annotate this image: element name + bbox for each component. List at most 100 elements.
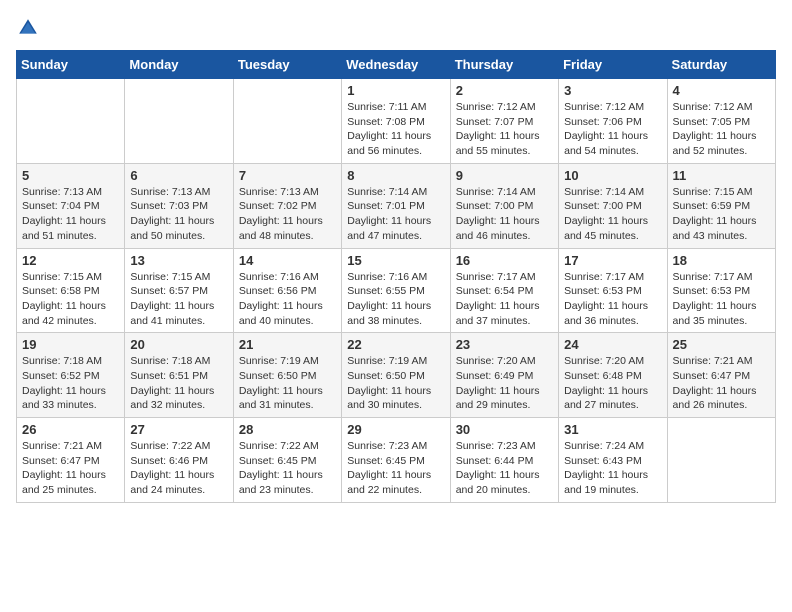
calendar-cell: 5 Sunrise: 7:13 AMSunset: 7:04 PMDaylight… bbox=[17, 163, 125, 248]
calendar-cell: 1 Sunrise: 7:11 AMSunset: 7:08 PMDaylight… bbox=[342, 79, 450, 164]
calendar-cell: 13 Sunrise: 7:15 AMSunset: 6:57 PMDayligh… bbox=[125, 248, 233, 333]
day-number: 21 bbox=[239, 337, 336, 352]
calendar-cell: 23Sunrise: 7:20 AMSunset: 6:49 PMDayligh… bbox=[450, 333, 558, 418]
calendar-cell: 11Sunrise: 7:15 AMSunset: 6:59 PMDayligh… bbox=[667, 163, 775, 248]
day-number: 7 bbox=[239, 168, 336, 183]
day-info: Sunrise: 7:12 AMSunset: 7:05 PMDaylight:… bbox=[673, 100, 770, 159]
calendar-week-row: 1 Sunrise: 7:11 AMSunset: 7:08 PMDaylight… bbox=[17, 79, 776, 164]
day-info: Sunrise: 7:17 AMSunset: 6:53 PMDaylight:… bbox=[673, 270, 770, 329]
calendar-cell: 8Sunrise: 7:14 AMSunset: 7:01 PMDaylight… bbox=[342, 163, 450, 248]
calendar-cell: 25 Sunrise: 7:21 AMSunset: 6:47 PMDayligh… bbox=[667, 333, 775, 418]
day-number: 29 bbox=[347, 422, 444, 437]
day-number: 2 bbox=[456, 83, 553, 98]
day-info: Sunrise: 7:19 AMSunset: 6:50 PMDaylight:… bbox=[347, 354, 444, 413]
day-info: Sunrise: 7:21 AMSunset: 6:47 PMDaylight:… bbox=[22, 439, 119, 498]
day-info: Sunrise: 7:24 AMSunset: 6:43 PMDaylight:… bbox=[564, 439, 661, 498]
day-info: Sunrise: 7:18 AMSunset: 6:51 PMDaylight:… bbox=[130, 354, 227, 413]
calendar-cell: 29 Sunrise: 7:23 AMSunset: 6:45 PMDayligh… bbox=[342, 418, 450, 503]
calendar-cell: 17 Sunrise: 7:17 AMSunset: 6:53 PMDayligh… bbox=[559, 248, 667, 333]
day-number: 17 bbox=[564, 253, 661, 268]
calendar-week-row: 19 Sunrise: 7:18 AMSunset: 6:52 PMDayligh… bbox=[17, 333, 776, 418]
weekday-header: Thursday bbox=[450, 51, 558, 79]
weekday-header: Tuesday bbox=[233, 51, 341, 79]
weekday-header: Sunday bbox=[17, 51, 125, 79]
day-number: 26 bbox=[22, 422, 119, 437]
day-number: 25 bbox=[673, 337, 770, 352]
logo-icon bbox=[16, 16, 40, 40]
day-info: Sunrise: 7:12 AMSunset: 7:06 PMDaylight:… bbox=[564, 100, 661, 159]
day-info: Sunrise: 7:17 AMSunset: 6:53 PMDaylight:… bbox=[564, 270, 661, 329]
day-number: 4 bbox=[673, 83, 770, 98]
calendar-cell: 14Sunrise: 7:16 AMSunset: 6:56 PMDayligh… bbox=[233, 248, 341, 333]
calendar-cell: 18 Sunrise: 7:17 AMSunset: 6:53 PMDayligh… bbox=[667, 248, 775, 333]
calendar-header-row: SundayMondayTuesdayWednesdayThursdayFrid… bbox=[17, 51, 776, 79]
day-info: Sunrise: 7:22 AMSunset: 6:45 PMDaylight:… bbox=[239, 439, 336, 498]
day-info: Sunrise: 7:14 AMSunset: 7:00 PMDaylight:… bbox=[564, 185, 661, 244]
day-info: Sunrise: 7:21 AMSunset: 6:47 PMDaylight:… bbox=[673, 354, 770, 413]
day-info: Sunrise: 7:15 AMSunset: 6:58 PMDaylight:… bbox=[22, 270, 119, 329]
calendar-week-row: 5 Sunrise: 7:13 AMSunset: 7:04 PMDaylight… bbox=[17, 163, 776, 248]
day-info: Sunrise: 7:13 AMSunset: 7:04 PMDaylight:… bbox=[22, 185, 119, 244]
day-number: 24 bbox=[564, 337, 661, 352]
calendar-cell: 16Sunrise: 7:17 AMSunset: 6:54 PMDayligh… bbox=[450, 248, 558, 333]
calendar-week-row: 26 Sunrise: 7:21 AMSunset: 6:47 PMDayligh… bbox=[17, 418, 776, 503]
calendar-cell: 7 Sunrise: 7:13 AMSunset: 7:02 PMDaylight… bbox=[233, 163, 341, 248]
day-info: Sunrise: 7:18 AMSunset: 6:52 PMDaylight:… bbox=[22, 354, 119, 413]
day-number: 16 bbox=[456, 253, 553, 268]
day-number: 3 bbox=[564, 83, 661, 98]
calendar-cell: 10Sunrise: 7:14 AMSunset: 7:00 PMDayligh… bbox=[559, 163, 667, 248]
day-number: 13 bbox=[130, 253, 227, 268]
calendar-cell: 15Sunrise: 7:16 AMSunset: 6:55 PMDayligh… bbox=[342, 248, 450, 333]
page-header bbox=[16, 16, 776, 40]
day-info: Sunrise: 7:13 AMSunset: 7:02 PMDaylight:… bbox=[239, 185, 336, 244]
calendar-cell bbox=[17, 79, 125, 164]
day-number: 28 bbox=[239, 422, 336, 437]
day-info: Sunrise: 7:19 AMSunset: 6:50 PMDaylight:… bbox=[239, 354, 336, 413]
day-number: 6 bbox=[130, 168, 227, 183]
calendar-cell bbox=[125, 79, 233, 164]
day-number: 20 bbox=[130, 337, 227, 352]
day-number: 27 bbox=[130, 422, 227, 437]
calendar-cell: 4 Sunrise: 7:12 AMSunset: 7:05 PMDaylight… bbox=[667, 79, 775, 164]
day-number: 18 bbox=[673, 253, 770, 268]
calendar-cell bbox=[233, 79, 341, 164]
day-info: Sunrise: 7:14 AMSunset: 7:01 PMDaylight:… bbox=[347, 185, 444, 244]
calendar-cell: 3 Sunrise: 7:12 AMSunset: 7:06 PMDaylight… bbox=[559, 79, 667, 164]
day-info: Sunrise: 7:11 AMSunset: 7:08 PMDaylight:… bbox=[347, 100, 444, 159]
calendar-cell: 28 Sunrise: 7:22 AMSunset: 6:45 PMDayligh… bbox=[233, 418, 341, 503]
day-info: Sunrise: 7:22 AMSunset: 6:46 PMDaylight:… bbox=[130, 439, 227, 498]
day-number: 9 bbox=[456, 168, 553, 183]
calendar-cell: 31Sunrise: 7:24 AMSunset: 6:43 PMDayligh… bbox=[559, 418, 667, 503]
day-number: 22 bbox=[347, 337, 444, 352]
day-number: 5 bbox=[22, 168, 119, 183]
day-info: Sunrise: 7:14 AMSunset: 7:00 PMDaylight:… bbox=[456, 185, 553, 244]
day-info: Sunrise: 7:12 AMSunset: 7:07 PMDaylight:… bbox=[456, 100, 553, 159]
day-number: 23 bbox=[456, 337, 553, 352]
calendar-cell: 19 Sunrise: 7:18 AMSunset: 6:52 PMDayligh… bbox=[17, 333, 125, 418]
weekday-header: Friday bbox=[559, 51, 667, 79]
weekday-header: Saturday bbox=[667, 51, 775, 79]
logo bbox=[16, 16, 48, 40]
calendar-table: SundayMondayTuesdayWednesdayThursdayFrid… bbox=[16, 50, 776, 503]
day-info: Sunrise: 7:20 AMSunset: 6:48 PMDaylight:… bbox=[564, 354, 661, 413]
calendar-cell: 24 Sunrise: 7:20 AMSunset: 6:48 PMDayligh… bbox=[559, 333, 667, 418]
weekday-header: Monday bbox=[125, 51, 233, 79]
calendar-cell: 6Sunrise: 7:13 AMSunset: 7:03 PMDaylight… bbox=[125, 163, 233, 248]
day-number: 19 bbox=[22, 337, 119, 352]
calendar-cell bbox=[667, 418, 775, 503]
calendar-cell: 9 Sunrise: 7:14 AMSunset: 7:00 PMDaylight… bbox=[450, 163, 558, 248]
calendar-week-row: 12 Sunrise: 7:15 AMSunset: 6:58 PMDayligh… bbox=[17, 248, 776, 333]
calendar-cell: 21 Sunrise: 7:19 AMSunset: 6:50 PMDayligh… bbox=[233, 333, 341, 418]
day-number: 15 bbox=[347, 253, 444, 268]
day-number: 14 bbox=[239, 253, 336, 268]
weekday-header: Wednesday bbox=[342, 51, 450, 79]
day-number: 1 bbox=[347, 83, 444, 98]
calendar-cell: 12 Sunrise: 7:15 AMSunset: 6:58 PMDayligh… bbox=[17, 248, 125, 333]
day-number: 12 bbox=[22, 253, 119, 268]
day-number: 30 bbox=[456, 422, 553, 437]
day-info: Sunrise: 7:23 AMSunset: 6:45 PMDaylight:… bbox=[347, 439, 444, 498]
calendar-cell: 22 Sunrise: 7:19 AMSunset: 6:50 PMDayligh… bbox=[342, 333, 450, 418]
day-info: Sunrise: 7:15 AMSunset: 6:57 PMDaylight:… bbox=[130, 270, 227, 329]
calendar-cell: 20 Sunrise: 7:18 AMSunset: 6:51 PMDayligh… bbox=[125, 333, 233, 418]
day-info: Sunrise: 7:15 AMSunset: 6:59 PMDaylight:… bbox=[673, 185, 770, 244]
